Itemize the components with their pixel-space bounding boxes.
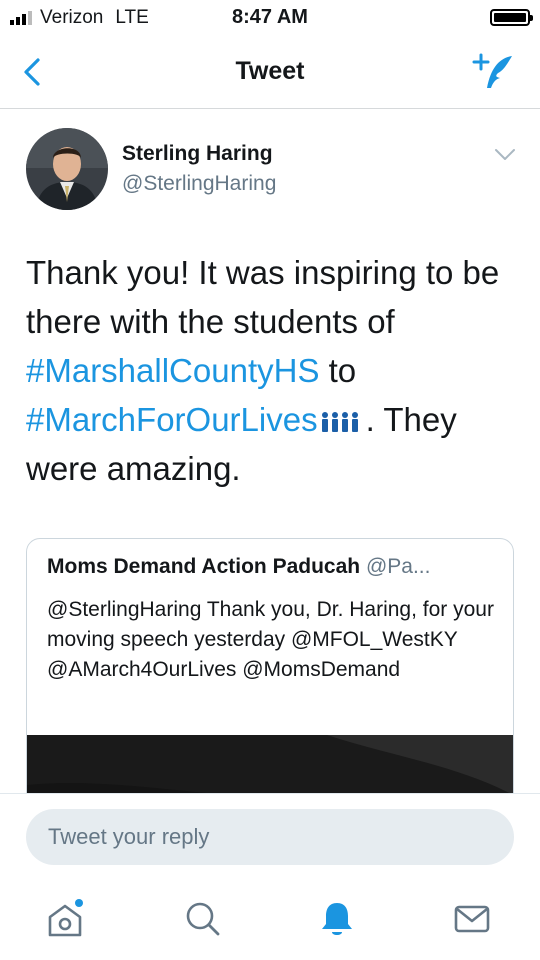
tab-bar bbox=[0, 879, 540, 960]
people-emoji-icon bbox=[321, 412, 358, 433]
quoted-author-handle: @Pa... bbox=[365, 555, 431, 578]
tweet-text-part: Thank you! It was inspiring to be there … bbox=[26, 254, 500, 340]
author-name[interactable]: Sterling Haring bbox=[122, 142, 273, 166]
page-title: Tweet bbox=[235, 57, 305, 85]
home-icon bbox=[48, 899, 83, 937]
hashtag-link[interactable]: #MarshallCountyHS bbox=[26, 352, 319, 389]
quoted-tweet[interactable]: Moms Demand Action Paducah @Pa... @Sterl… bbox=[26, 538, 514, 820]
tweet-text: Thank you! It was inspiring to be there … bbox=[26, 248, 506, 493]
tweet-text-part: to bbox=[328, 352, 357, 389]
battery-icon bbox=[490, 9, 533, 26]
reply-input[interactable] bbox=[48, 809, 488, 865]
notifications-icon bbox=[322, 903, 352, 935]
reply-box[interactable] bbox=[26, 809, 514, 865]
tab-messages[interactable] bbox=[442, 889, 502, 949]
compose-tweet-button[interactable] bbox=[472, 52, 516, 92]
nav-bar: Tweet bbox=[0, 36, 540, 109]
status-time: 8:47 AM bbox=[232, 6, 308, 28]
tweet-menu-button[interactable] bbox=[494, 148, 516, 162]
author-handle[interactable]: @SterlingHaring bbox=[122, 172, 276, 196]
quoted-tweet-header: Moms Demand Action Paducah @Pa... bbox=[47, 555, 430, 579]
tab-notifications[interactable] bbox=[307, 889, 367, 949]
status-bar: Verizon LTE 8:47 AM bbox=[0, 0, 540, 36]
search-icon bbox=[186, 902, 220, 936]
hashtag-link[interactable]: #MarchForOurLives bbox=[26, 401, 318, 438]
avatar[interactable] bbox=[26, 128, 108, 210]
profile-photo bbox=[26, 128, 108, 210]
reply-bar bbox=[0, 793, 540, 880]
chevron-down-icon bbox=[495, 149, 515, 160]
tab-search[interactable] bbox=[173, 889, 233, 949]
quoted-tweet-text: @SterlingHaring Thank you, Dr. Haring, f… bbox=[47, 598, 494, 681]
compose-tweet-icon bbox=[472, 53, 512, 88]
tab-home[interactable] bbox=[35, 889, 95, 949]
messages-icon bbox=[454, 905, 490, 933]
quoted-author-name: Moms Demand Action Paducah bbox=[47, 555, 361, 578]
